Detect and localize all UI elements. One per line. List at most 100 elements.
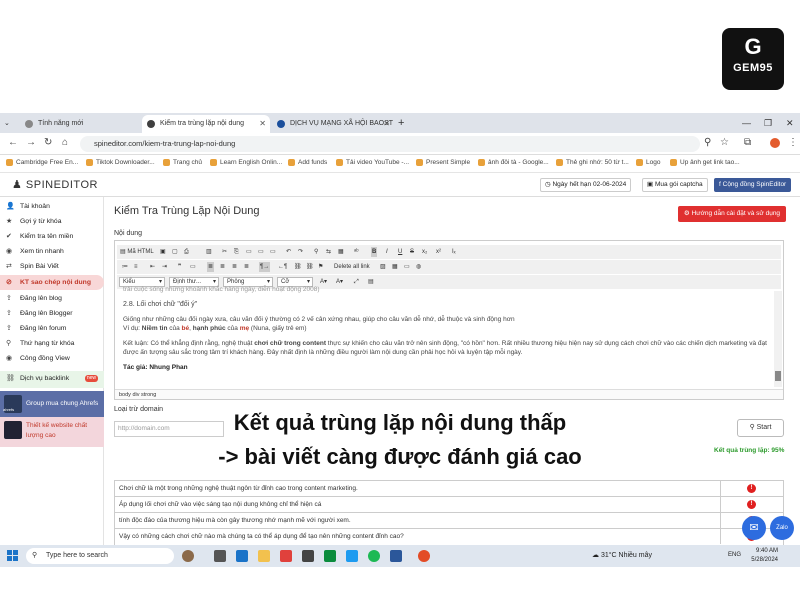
close-window-icon[interactable]: ✕ bbox=[786, 113, 794, 133]
sidebar-item-account[interactable]: 👤 Tài khoản bbox=[0, 199, 104, 214]
new-page-icon[interactable]: ▢ bbox=[171, 247, 179, 257]
sidebar-item-spin[interactable]: ⇄ Spin Bài Viết bbox=[0, 259, 104, 274]
div-icon[interactable]: ▭ bbox=[189, 262, 197, 272]
start-button[interactable]: ⚲ Start bbox=[737, 419, 784, 437]
edge-icon[interactable] bbox=[236, 550, 248, 562]
source-html-button[interactable]: ▤ Mã HTML bbox=[119, 247, 155, 257]
paste-icon[interactable]: ▭ bbox=[245, 247, 253, 257]
rtl-icon[interactable]: ←¶ bbox=[277, 262, 288, 272]
template-icon[interactable]: ▥ bbox=[205, 247, 213, 257]
browser-tab-3[interactable]: DỊCH VỤ MẠNG XÃ HỘI BAOST ✕ bbox=[272, 115, 394, 133]
telegram-icon[interactable] bbox=[346, 550, 358, 562]
bold-button[interactable]: B bbox=[371, 247, 378, 257]
chrome-icon[interactable] bbox=[418, 550, 430, 562]
task-view-icon[interactable] bbox=[214, 550, 226, 562]
excel-icon[interactable] bbox=[324, 550, 336, 562]
underline-button[interactable]: U bbox=[397, 247, 403, 257]
store-icon[interactable] bbox=[302, 550, 314, 562]
bookmark-star-icon[interactable]: ☆ bbox=[720, 137, 729, 148]
numbered-list-icon[interactable]: ≔ bbox=[121, 262, 129, 272]
print-icon[interactable]: ⎙ bbox=[183, 247, 190, 257]
align-left-icon[interactable]: ≣ bbox=[207, 262, 215, 272]
select-all-icon[interactable]: ▦ bbox=[337, 247, 345, 257]
save-icon[interactable]: ▣ bbox=[159, 247, 167, 257]
outdent-icon[interactable]: ⇤ bbox=[149, 262, 156, 272]
delete-all-link-button[interactable]: Delete all link bbox=[333, 262, 371, 272]
sidebar-item-news[interactable]: ◉ Xem tin nhanh bbox=[0, 244, 104, 259]
bookmark-item[interactable]: Tải video YouTube -... bbox=[336, 158, 409, 168]
sidebar-website-design[interactable]: Thiết kế website chất lượng cao bbox=[0, 417, 104, 447]
table-icon[interactable]: ▦ bbox=[391, 262, 399, 272]
extensions-icon[interactable]: ⧉ bbox=[744, 137, 751, 148]
word-icon[interactable] bbox=[390, 550, 402, 562]
link-icon[interactable]: ⛓ bbox=[293, 262, 303, 272]
expiry-button[interactable]: ◷ Ngày hết hạn 02-06-2024 bbox=[540, 178, 632, 192]
remove-format-icon[interactable]: Iₓ bbox=[451, 247, 457, 257]
warning-icon[interactable]: ! bbox=[747, 500, 756, 509]
hr-icon[interactable]: ▭ bbox=[403, 262, 411, 272]
indent-icon[interactable]: ⇥ bbox=[161, 262, 168, 272]
unlink-icon[interactable]: ⛓ bbox=[305, 262, 315, 272]
back-icon[interactable]: ← bbox=[8, 137, 18, 148]
taskbar-search[interactable]: ⚲ Type here to search bbox=[26, 548, 174, 564]
strike-button[interactable]: S bbox=[409, 247, 415, 257]
bullet-list-icon[interactable]: ≡ bbox=[133, 262, 139, 272]
url-input[interactable]: spineditor.com/kiem-tra-trung-lap-noi-du… bbox=[80, 136, 700, 152]
warning-icon[interactable]: ! bbox=[747, 484, 756, 493]
bookmark-item[interactable]: Cambridge Free En... bbox=[6, 158, 78, 168]
site-brand[interactable]: ♟ SPINEDITOR bbox=[12, 178, 98, 191]
superscript-button[interactable]: x² bbox=[435, 247, 442, 257]
align-right-icon[interactable]: ≣ bbox=[231, 262, 238, 272]
rich-text-editor[interactable]: ▤ Mã HTML ▣ ▢ ⎙ ▥ ✂ ⎘ ▭ ▭ ▭ ↶ ↷ ⚲ ⇆ ▦ ᵃᵇ… bbox=[114, 240, 784, 400]
ltr-icon[interactable]: ¶→ bbox=[259, 262, 271, 272]
spotify-icon[interactable] bbox=[368, 550, 380, 562]
bookmark-item[interactable]: Learn English Onlin... bbox=[210, 158, 282, 168]
sidebar-ahrefs-group[interactable]: Group mua chung Ahrefs ahrefs bbox=[0, 391, 104, 417]
sidebar-item-blog[interactable]: ⇪ Đăng lên blog bbox=[0, 291, 104, 306]
forward-icon[interactable]: → bbox=[26, 137, 36, 148]
sidebar-item-forum[interactable]: ⇪ Đăng lên forum bbox=[0, 321, 104, 336]
spellcheck-icon[interactable]: ᵃᵇ bbox=[353, 247, 360, 257]
community-button[interactable]: f Cộng đồng SpinEditor bbox=[714, 178, 792, 192]
copy-icon[interactable]: ⎘ bbox=[233, 247, 240, 257]
restore-icon[interactable]: ❐ bbox=[764, 113, 772, 133]
iframe-icon[interactable]: ◍ bbox=[415, 262, 422, 272]
bookmark-item[interactable]: ảnh đôi tà - Google... bbox=[478, 158, 549, 168]
anchor-icon[interactable]: ⚑ bbox=[317, 262, 324, 272]
editor-scrollbar[interactable] bbox=[774, 291, 782, 387]
messenger-icon[interactable]: ✉ bbox=[742, 516, 766, 540]
sidebar-item-blogger[interactable]: ⇪ Đăng lên Blogger bbox=[0, 306, 104, 321]
bookmark-item[interactable]: Trang chủ bbox=[163, 158, 202, 168]
scrollbar-thumb[interactable] bbox=[775, 371, 781, 381]
align-center-icon[interactable]: ≣ bbox=[219, 262, 226, 272]
bookmark-item[interactable]: Add funds bbox=[288, 158, 327, 168]
bookmark-item[interactable]: Up ảnh get link tao... bbox=[670, 158, 740, 168]
cut-icon[interactable]: ✂ bbox=[221, 247, 228, 257]
sidebar-item-backlink[interactable]: ⛓ Dịch vụ backlink new bbox=[0, 371, 104, 388]
windows-start-icon[interactable] bbox=[7, 550, 19, 562]
help-button[interactable]: ⚙ Hướng dẫn cài đặt và sử dụng bbox=[678, 206, 786, 222]
file-explorer-icon[interactable] bbox=[258, 550, 270, 562]
bookmark-item[interactable]: Present Simple bbox=[416, 158, 470, 168]
image-icon[interactable]: ▨ bbox=[379, 262, 387, 272]
zalo-button[interactable]: Zalo bbox=[770, 516, 794, 540]
replace-icon[interactable]: ⇆ bbox=[325, 247, 332, 257]
find-icon[interactable]: ⚲ bbox=[313, 247, 319, 257]
sidebar-item-copy-check[interactable]: ⊘ KT sao chép nội dung bbox=[0, 275, 104, 290]
buy-captcha-button[interactable]: ▣ Mua gói captcha bbox=[642, 178, 708, 192]
weather-widget[interactable]: ☁ 31°C Nhiều mây bbox=[592, 551, 652, 559]
sidebar-item-domain[interactable]: ✔ Kiểm tra tên miền bbox=[0, 229, 104, 244]
close-icon[interactable]: ✕ bbox=[383, 115, 390, 133]
editor-content[interactable]: trải cuộc sống những khoảnh khắc hàng ng… bbox=[123, 286, 773, 378]
bookmark-item[interactable]: Tiktok Downloader... bbox=[86, 158, 155, 168]
sidebar-item-keywords[interactable]: ★ Gợi ý từ khóa bbox=[0, 214, 104, 229]
language-indicator[interactable]: ENG bbox=[728, 552, 741, 558]
menu-dots-icon[interactable]: ⋮ bbox=[788, 137, 798, 148]
tab-menu-icon[interactable]: ⌄ bbox=[4, 115, 14, 133]
subscript-button[interactable]: x₂ bbox=[421, 247, 428, 257]
close-icon[interactable]: ✕ bbox=[259, 115, 266, 133]
reload-icon[interactable]: ↻ bbox=[44, 137, 52, 148]
bookmark-item[interactable]: Thẻ ghi nhớ: 50 từ t... bbox=[556, 158, 629, 168]
italic-button[interactable]: I bbox=[385, 247, 389, 257]
justify-icon[interactable]: ≣ bbox=[243, 262, 250, 272]
